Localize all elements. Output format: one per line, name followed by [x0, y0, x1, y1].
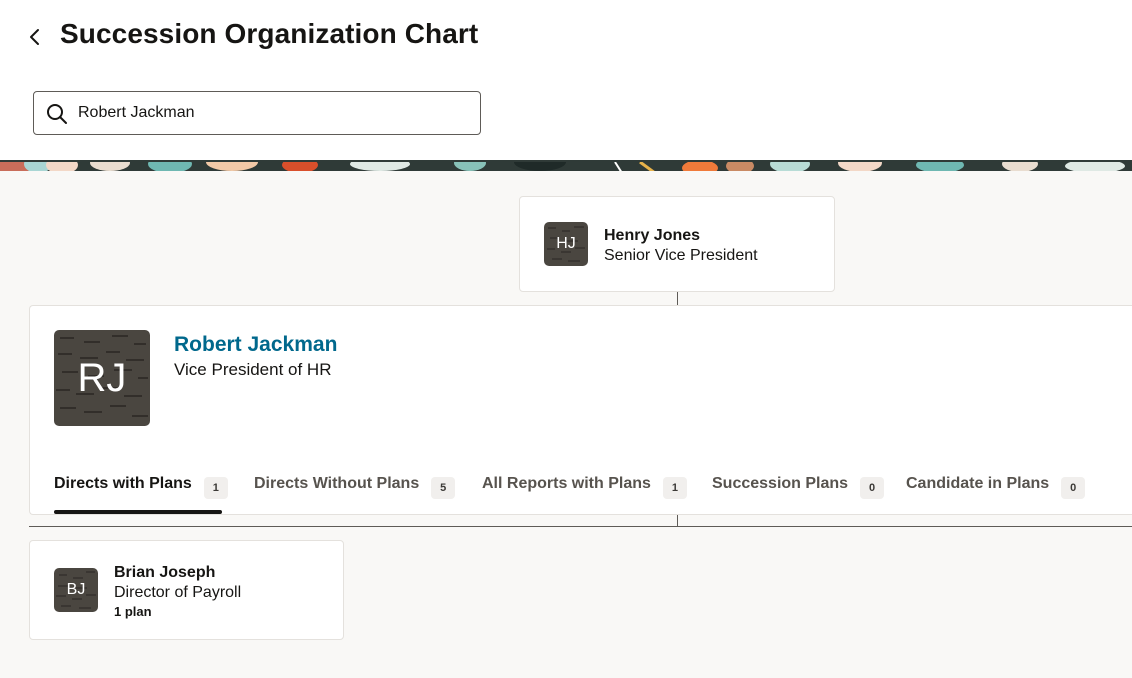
tab-directs-with-plans[interactable]: Directs with Plans 1 — [54, 474, 228, 514]
avatar-initials: HJ — [556, 235, 576, 252]
org-connector-horizontal — [29, 526, 1132, 527]
avatar: BJ — [54, 568, 98, 612]
active-tab-indicator — [54, 510, 222, 514]
page-header: Succession Organization Chart — [0, 0, 1132, 160]
tab-directs-without-plans[interactable]: Directs Without Plans 5 — [254, 474, 456, 514]
avatar: HJ — [544, 222, 588, 266]
back-button[interactable] — [22, 24, 48, 50]
search-input[interactable] — [78, 93, 473, 133]
avatar: RJ — [54, 330, 150, 426]
org-connector — [677, 292, 678, 305]
chevron-left-icon — [30, 29, 39, 45]
manager-card[interactable]: HJ Henry Jones Senior Vice President — [519, 196, 835, 292]
tab-count-badge: 0 — [1061, 477, 1086, 499]
avatar-initials: RJ — [77, 355, 127, 400]
focus-person-title: Vice President of HR — [174, 360, 332, 379]
plan-count: 1 plan — [114, 604, 152, 619]
avatar-initials: BJ — [66, 581, 86, 598]
tab-label: Directs Without Plans — [254, 475, 420, 492]
manager-name: Henry Jones — [604, 227, 701, 244]
decorative-banner — [0, 160, 1132, 171]
tab-label: Candidate in Plans — [906, 475, 1050, 492]
tab-succession-plans[interactable]: Succession Plans 0 — [712, 474, 885, 514]
tab-candidate-in-plans[interactable]: Candidate in Plans 0 — [906, 474, 1086, 514]
manager-title: Senior Vice President — [604, 247, 758, 264]
tab-count-badge: 1 — [203, 477, 228, 499]
direct-report-name: Brian Joseph — [114, 564, 216, 581]
tab-count-badge: 0 — [860, 477, 885, 499]
tab-label: Succession Plans — [712, 475, 849, 492]
direct-report-card[interactable]: BJ Brian Joseph Director of Payroll 1 pl… — [29, 540, 344, 640]
direct-report-title: Director of Payroll — [114, 584, 242, 601]
tab-all-reports-with-plans[interactable]: All Reports with Plans 1 — [482, 474, 687, 514]
tab-count-badge: 5 — [431, 477, 456, 499]
tab-label: All Reports with Plans — [482, 475, 651, 492]
focus-person-name[interactable]: Robert Jackman — [174, 333, 337, 357]
search-icon — [47, 104, 67, 124]
tab-count-badge: 1 — [662, 477, 687, 499]
page-title: Succession Organization Chart — [60, 18, 479, 49]
tab-label: Directs with Plans — [54, 475, 192, 492]
focus-person-card: RJ Robert Jackman Vice President of HR D… — [29, 305, 1132, 515]
search-field[interactable] — [33, 91, 481, 135]
